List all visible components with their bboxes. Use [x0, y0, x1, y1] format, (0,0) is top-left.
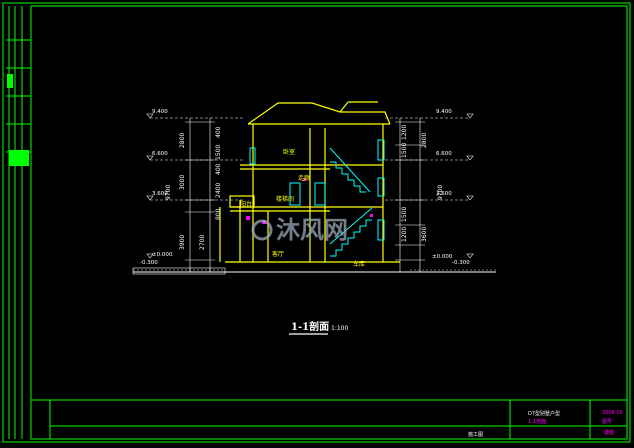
room-label-bedroom: 卧室	[283, 148, 295, 156]
right-dim-total: 9700	[437, 185, 444, 200]
center-dim-1: 400	[215, 126, 222, 138]
right-dim-6: 3600	[421, 227, 428, 242]
drawing-scale: 1:100	[331, 325, 348, 332]
right-dim-2: 1500	[401, 143, 408, 158]
level-ground-left: ±0.000	[152, 252, 173, 258]
room-label-stairwell: 楼梯间	[276, 195, 294, 203]
left-dim-4: 2700	[199, 235, 206, 250]
left-dimension-numbers: 2800 3000 3900 2700 9700	[165, 133, 206, 250]
room-label-garage: 车库	[353, 260, 365, 268]
titleblock-sheet: 1-1剖面	[528, 418, 546, 425]
level-roof-right: 9.400	[436, 109, 452, 115]
room-label-corridor: 走廊	[298, 174, 310, 182]
center-dim-2: 1500	[215, 145, 222, 160]
left-dim-3: 3900	[179, 235, 186, 250]
left-dim-total: 9700	[165, 185, 172, 200]
level-second-left: 6.600	[152, 151, 168, 157]
titleblock-stage: 施工图	[468, 431, 483, 438]
center-dim-3: 400	[215, 163, 222, 175]
titleblock-sheet-no: 建施	[604, 429, 614, 436]
watermark: 沐风网	[251, 216, 348, 244]
level-second-right: 6.600	[436, 151, 452, 157]
level-roof-left: 9.400	[152, 109, 168, 115]
right-dim-3: 1500	[401, 207, 408, 222]
drawing-title: 1-1剖面 1:100	[289, 320, 348, 335]
level-ground-right: ±0.000	[432, 254, 453, 260]
left-dim-1: 2800	[179, 133, 186, 148]
titleblock-project: D7型别墅户型	[528, 410, 560, 417]
titleblock-date: 2008.05	[602, 410, 623, 416]
binding-strip	[6, 6, 31, 439]
room-label-living: 客厅	[272, 250, 284, 258]
right-dim-4: 1200	[401, 227, 408, 242]
level-outside-left: -0.300	[140, 260, 158, 266]
center-dimension-numbers: 400 1500 400 2400 800	[215, 126, 222, 220]
cad-drawing-canvas: 9.400 6.600 3.600 ±0.000 -0.300 9.400 6.…	[2, 2, 631, 443]
center-dim-5: 800	[215, 208, 222, 220]
titleblock-sheet-no-label: 图号	[602, 419, 612, 425]
ground-line	[132, 267, 496, 275]
watermark-text: 沐风网	[276, 216, 348, 244]
right-dim-1: 1200	[401, 125, 408, 140]
left-dim-2: 3000	[179, 175, 186, 190]
center-dim-4: 2400	[215, 183, 222, 198]
drawing-title-text: 1-1剖面	[291, 320, 329, 333]
room-label-balcony: 阳台	[240, 200, 252, 208]
right-dim-5: 2800	[421, 133, 428, 148]
level-outside-right: -0.300	[452, 260, 470, 266]
right-dimension-numbers: 1200 1500 1500 1200 2800 3600 9700	[401, 125, 444, 242]
